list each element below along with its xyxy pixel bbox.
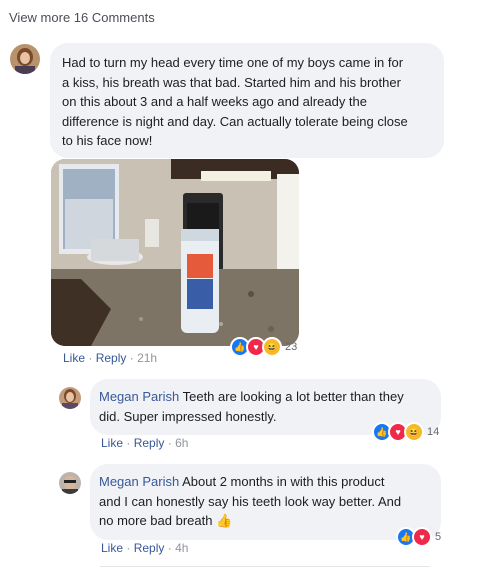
reply-actions: Like · Reply · 4h (101, 541, 188, 555)
avatar[interactable] (59, 387, 81, 409)
reply-actions: Like · Reply · 6h (101, 436, 188, 450)
love-reaction-icon: ♥ (412, 527, 432, 547)
reply-text-line: Megan Parish Teeth are looking a lot bet… (99, 387, 432, 407)
author-name[interactable]: Megan Parish (99, 474, 179, 489)
separator: · (126, 541, 131, 555)
comment-text-line: Had to turn my head every time one of my… (62, 55, 404, 70)
haha-reaction-icon: 😆 (262, 337, 282, 357)
reply-text-line: and I can honestly say his teeth look wa… (99, 493, 402, 509)
reply-reactions[interactable]: 👍 ♥ 5 (396, 527, 441, 547)
reply-reactions[interactable]: 👍 ♥ 😆 14 (372, 422, 439, 442)
reply-link[interactable]: Reply (96, 351, 127, 365)
avatar[interactable] (59, 472, 81, 494)
reply-link[interactable]: Reply (134, 541, 165, 555)
reply-text-line: Megan Parish About 2 months in with this… (99, 472, 432, 492)
separator: · (88, 351, 93, 365)
separator: · (129, 351, 134, 365)
view-more-comments-link[interactable]: View more 16 Comments (9, 10, 155, 25)
like-link[interactable]: Like (101, 541, 123, 555)
reply-bubble: Megan Parish About 2 months in with this… (90, 464, 441, 540)
comment-text-line: difference is night and day. Can actuall… (62, 113, 408, 129)
thumbs-up-emoji-icon: 👍 (216, 513, 233, 528)
reply-link[interactable]: Reply (134, 436, 165, 450)
avatar[interactable] (10, 44, 40, 74)
reaction-count: 23 (285, 341, 298, 353)
comment-photo[interactable] (51, 159, 299, 346)
reply-text-line: no more bad breath 👍 (99, 511, 432, 531)
reaction-count: 14 (427, 426, 440, 438)
comment-text-line: to his face now! (62, 133, 153, 148)
separator: · (167, 541, 172, 555)
comment-reactions[interactable]: 👍 ♥ 😆 23 (230, 337, 297, 357)
comment-text-line: on this about 3 and a half weeks ago and… (62, 94, 367, 109)
comment-text-line: a kiss, his breath was that bad. Started… (62, 74, 401, 90)
timestamp[interactable]: 6h (175, 436, 188, 450)
reply-text: About 2 months in with this product (182, 474, 385, 489)
separator: · (167, 436, 172, 450)
divider (100, 566, 430, 567)
comment-actions: Like · Reply · 21h (63, 351, 157, 365)
reaction-count: 5 (435, 531, 442, 543)
like-link[interactable]: Like (101, 436, 123, 450)
like-link[interactable]: Like (63, 351, 85, 365)
timestamp[interactable]: 21h (137, 351, 157, 365)
author-name[interactable]: Megan Parish (99, 389, 179, 404)
timestamp[interactable]: 4h (175, 541, 188, 555)
haha-reaction-icon: 😆 (404, 422, 424, 442)
comment-bubble: Had to turn my head every time one of my… (50, 43, 444, 158)
reply-text: Teeth are looking a lot better than they (182, 389, 404, 404)
separator: · (126, 436, 131, 450)
reply-text: no more bad breath (99, 513, 213, 528)
